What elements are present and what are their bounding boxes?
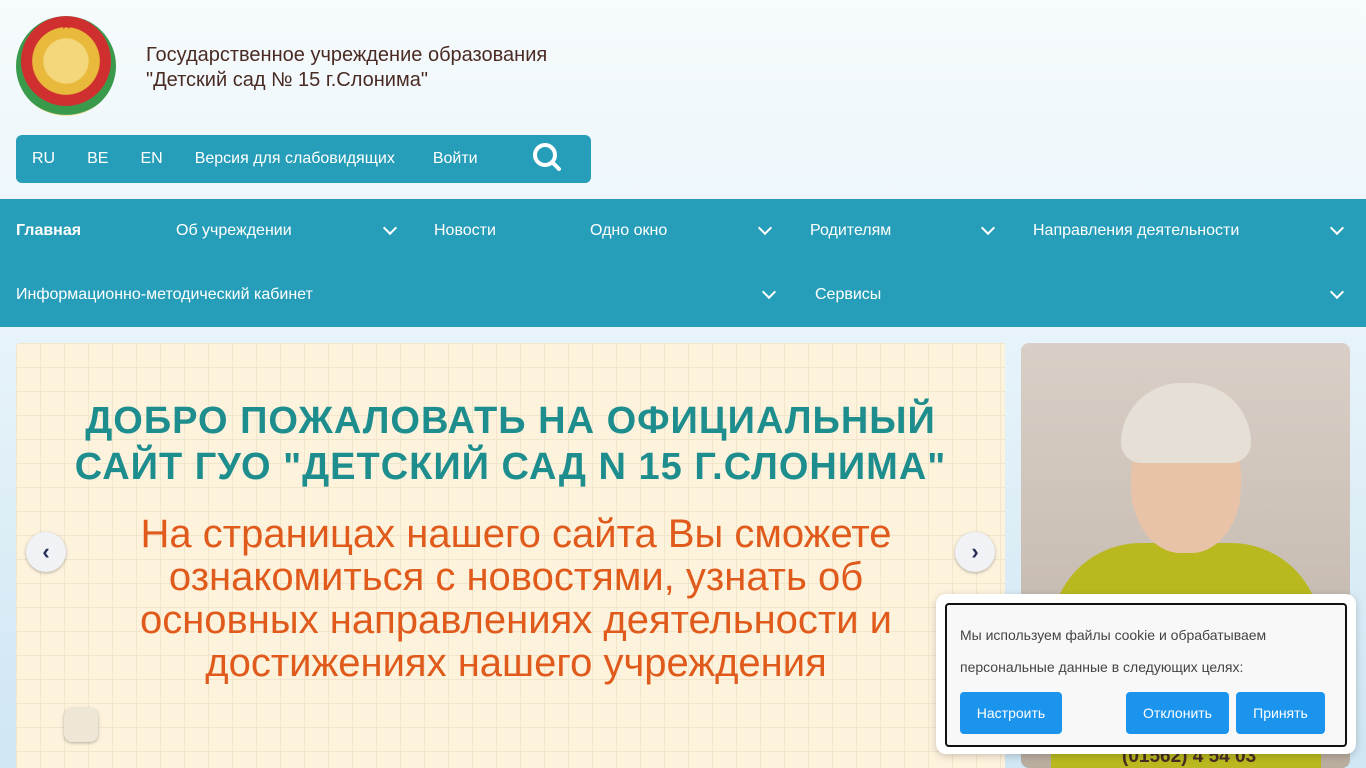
lang-ru[interactable]: RU [32, 150, 55, 168]
banner-title-line1: ДОБРО ПОЖАЛОВАТЬ НА ОФИЦИАЛЬНЫЙ [85, 400, 936, 442]
search-icon[interactable] [532, 142, 562, 177]
org-line2: "Детский сад № 15 г.Слонима" [146, 69, 428, 91]
nav-activities[interactable]: Направления деятельности [1033, 199, 1239, 263]
chevron-down-icon[interactable] [757, 220, 773, 236]
banner-title: ДОБРО ПОЖАЛОВАТЬ НА ОФИЦИАЛЬНЫЙ САЙТ ГУО… [16, 398, 1005, 490]
prev-slide-button[interactable]: ‹ [26, 532, 66, 572]
chevron-down-icon[interactable] [1329, 284, 1345, 300]
cookie-banner: Мы используем файлы cookie и обрабатывае… [936, 594, 1356, 754]
chevron-down-icon[interactable] [980, 220, 996, 236]
main-nav: Главная Об учреждении Новости Одно окно … [0, 199, 1366, 327]
next-slide-button[interactable]: › [955, 532, 995, 572]
cookie-text: Мы используем файлы cookie и обрабатывае… [960, 627, 1267, 675]
nav-home[interactable]: Главная [16, 199, 81, 263]
nav-news[interactable]: Новости [434, 199, 496, 263]
banner-slider: ДОБРО ПОЖАЛОВАТЬ НА ОФИЦИАЛЬНЫЙ САЙТ ГУО… [16, 343, 1005, 768]
cookie-accept-button[interactable]: Принять [1236, 692, 1325, 734]
accessibility-toggle[interactable] [64, 708, 98, 742]
emblem-logo[interactable]: ★ [16, 16, 116, 116]
star-icon: ★ [60, 16, 73, 32]
chevron-down-icon[interactable] [382, 220, 398, 236]
cookie-configure-button[interactable]: Настроить [960, 692, 1062, 734]
nav-services[interactable]: Сервисы [815, 263, 881, 327]
org-line1: Государственное учреждение образования [146, 44, 548, 66]
nav-one-window[interactable]: Одно окно [590, 199, 667, 263]
banner-title-line2: САЙТ ГУО "ДЕТСКИЙ САД N 15 Г.СЛОНИМА" [74, 446, 947, 488]
login-link[interactable]: Войти [433, 150, 478, 168]
lang-be[interactable]: BE [87, 150, 108, 168]
lang-en[interactable]: EN [140, 150, 162, 168]
banner-text: На страницах нашего сайта Вы сможете озн… [139, 512, 893, 685]
cookie-decline-button[interactable]: Отклонить [1126, 692, 1229, 734]
org-name: Государственное учреждение образования "… [146, 43, 547, 93]
top-bar: RU BE EN Версия для слабовидящих Войти [16, 135, 591, 183]
low-vision-link[interactable]: Версия для слабовидящих [195, 150, 395, 168]
nav-parents[interactable]: Родителям [810, 199, 891, 263]
nav-methodical[interactable]: Информационно-методический кабинет [16, 263, 313, 327]
chevron-down-icon[interactable] [761, 284, 777, 300]
chevron-down-icon[interactable] [1329, 220, 1345, 236]
nav-about[interactable]: Об учреждении [176, 199, 292, 263]
header: ★ Государственное учреждение образования… [0, 0, 1366, 199]
